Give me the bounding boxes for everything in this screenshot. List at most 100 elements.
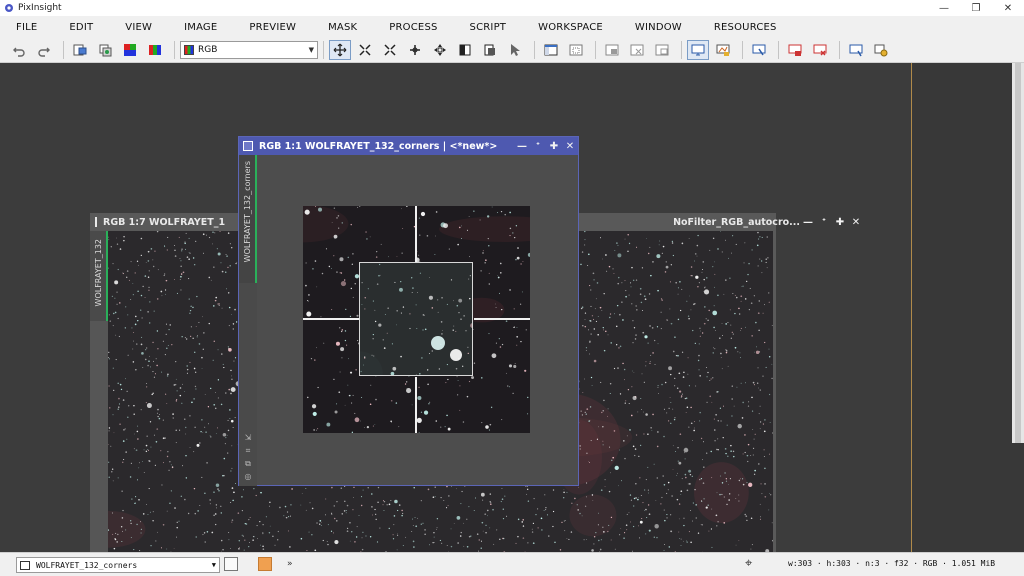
- window-minimize-button[interactable]: —: [514, 141, 530, 152]
- view-explorer-button[interactable]: [224, 557, 238, 571]
- window-title: RGB 1:7 WOLFRAYET_1: [103, 216, 226, 228]
- workspace-scrollbar[interactable]: [1012, 63, 1024, 443]
- pixinsight-logo-icon: [5, 4, 13, 12]
- menu-window[interactable]: WINDOW: [619, 22, 698, 33]
- chevron-down-icon: ▼: [308, 46, 314, 54]
- toolbar-separator: [681, 41, 682, 59]
- image-extract-button[interactable]: [144, 40, 166, 60]
- image-window-front[interactable]: RGB 1:1 WOLFRAYET_132_corners | <*new*> …: [238, 136, 579, 486]
- pan-mode-icon: [333, 43, 347, 57]
- display-remove-button[interactable]: [784, 40, 806, 60]
- target-icon[interactable]: ◎: [243, 472, 253, 482]
- preview-copy-button[interactable]: [651, 40, 673, 60]
- image-extract-icon: [149, 45, 161, 55]
- main-toolbar: RGB ▼: [0, 38, 1024, 63]
- zoom-in-button[interactable]: [404, 40, 426, 60]
- undo-button[interactable]: [8, 40, 30, 60]
- process-button[interactable]: [870, 40, 892, 60]
- toolbar-separator: [534, 41, 535, 59]
- zoom-fit-icon: [359, 44, 371, 56]
- view-select[interactable]: WOLFRAYET_132_corners ▼: [16, 557, 220, 573]
- side-tools: ⇲ ⌗ ⧉ ◎: [243, 433, 253, 482]
- chevron-down-icon: ▼: [211, 561, 216, 569]
- window-close-button[interactable]: ✕: [848, 217, 864, 228]
- scrollbar-thumb[interactable]: [1015, 63, 1021, 443]
- copy-view-icon: [484, 44, 495, 56]
- undo-icon: [13, 47, 25, 57]
- monitor-button[interactable]: [687, 40, 709, 60]
- screen-button[interactable]: [845, 40, 867, 60]
- zoom-out-icon: [384, 44, 396, 56]
- menu-file[interactable]: FILE: [0, 22, 53, 33]
- window-maximize-button[interactable]: ✚: [832, 217, 848, 228]
- menu-mask[interactable]: MASK: [312, 22, 373, 33]
- window-icon: [243, 141, 253, 151]
- toolbar-separator: [742, 41, 743, 59]
- more-button[interactable]: »: [287, 559, 293, 569]
- window-title: RGB 1:1 WOLFRAYET_132_corners | <*new*>: [259, 140, 498, 152]
- window-side-strip: ⇲ ⌗ ⧉ ◎: [239, 283, 257, 486]
- menu-preview[interactable]: PREVIEW: [233, 22, 312, 33]
- view-id-tab[interactable]: WOLFRAYET_132_corners: [239, 155, 257, 283]
- separator-line-right: [474, 318, 530, 320]
- rgb-swatch-icon: [184, 45, 194, 55]
- image-canvas-front[interactable]: [257, 155, 578, 485]
- separator-line-top: [415, 206, 417, 262]
- view-id-tab[interactable]: WOLFRAYET_132: [90, 231, 108, 321]
- view-id-label: WOLFRAYET_132_corners: [243, 161, 252, 263]
- app-title: PixInsight: [18, 3, 62, 13]
- separator-line-left: [303, 318, 359, 320]
- crosshair-icon: ⌖: [745, 556, 753, 571]
- color-swatch[interactable]: [258, 557, 272, 571]
- zoom-out-button[interactable]: [379, 40, 401, 60]
- menu-resources[interactable]: RESOURCES: [698, 22, 793, 33]
- preview-delete-button[interactable]: [626, 40, 648, 60]
- channel-select[interactable]: RGB ▼: [180, 41, 318, 59]
- clone-icon[interactable]: ⧉: [243, 459, 253, 469]
- image-copy-button[interactable]: [119, 40, 141, 60]
- window-minimize-button[interactable]: —: [800, 217, 816, 228]
- pointer-button[interactable]: [504, 40, 526, 60]
- view-icon: [20, 560, 30, 570]
- fit-icon[interactable]: ⌗: [243, 446, 253, 456]
- move-button[interactable]: [429, 40, 451, 60]
- minimize-button[interactable]: —: [928, 0, 960, 16]
- view-button[interactable]: [454, 40, 476, 60]
- window-close-button[interactable]: ✕: [562, 141, 578, 152]
- preview-new-button[interactable]: [601, 40, 623, 60]
- pan-mode-button[interactable]: [329, 40, 351, 60]
- window-controls: — ᐩ ✚ ✕: [800, 217, 864, 228]
- new-image-button[interactable]: [69, 40, 91, 60]
- copy-view-button[interactable]: [479, 40, 501, 60]
- display-close-button[interactable]: [809, 40, 831, 60]
- center-panel: [359, 262, 473, 376]
- zoom-fit-button[interactable]: [354, 40, 376, 60]
- preview-button[interactable]: [565, 40, 587, 60]
- display-add-button[interactable]: [748, 40, 770, 60]
- menu-workspace[interactable]: WORKSPACE: [522, 22, 619, 33]
- window-shade-button[interactable]: ᐩ: [816, 217, 832, 228]
- window-maximize-button[interactable]: ✚: [546, 141, 562, 152]
- pointer-icon: [511, 44, 520, 56]
- menu-script[interactable]: SCRIPT: [454, 22, 523, 33]
- status-bar: WOLFRAYET_132_corners ▼ » ⌖ w:303 · h:30…: [0, 552, 1024, 576]
- window-list-button[interactable]: [540, 40, 562, 60]
- collapse-icon[interactable]: ⇲: [243, 433, 253, 443]
- move-icon: [434, 44, 446, 56]
- duplicate-button[interactable]: [94, 40, 116, 60]
- window-titlebar[interactable]: RGB 1:1 WOLFRAYET_132_corners | <*new*> …: [239, 137, 578, 155]
- restore-button[interactable]: ❐: [960, 0, 992, 16]
- stf-button[interactable]: [712, 40, 734, 60]
- menu-edit[interactable]: EDIT: [53, 22, 109, 33]
- close-button[interactable]: ✕: [992, 0, 1024, 16]
- menu-process[interactable]: PROCESS: [373, 22, 453, 33]
- redo-button[interactable]: [33, 40, 55, 60]
- app-titlebar: PixInsight — ❐ ✕: [0, 0, 1024, 16]
- view-id-label: WOLFRAYET_132: [94, 239, 103, 307]
- menu-image[interactable]: IMAGE: [168, 22, 233, 33]
- display-add-icon: [752, 44, 766, 56]
- window-shade-button[interactable]: ᐩ: [530, 141, 546, 152]
- menu-view[interactable]: VIEW: [109, 22, 168, 33]
- toolbar-separator: [595, 41, 596, 59]
- display-remove-icon: [788, 44, 802, 56]
